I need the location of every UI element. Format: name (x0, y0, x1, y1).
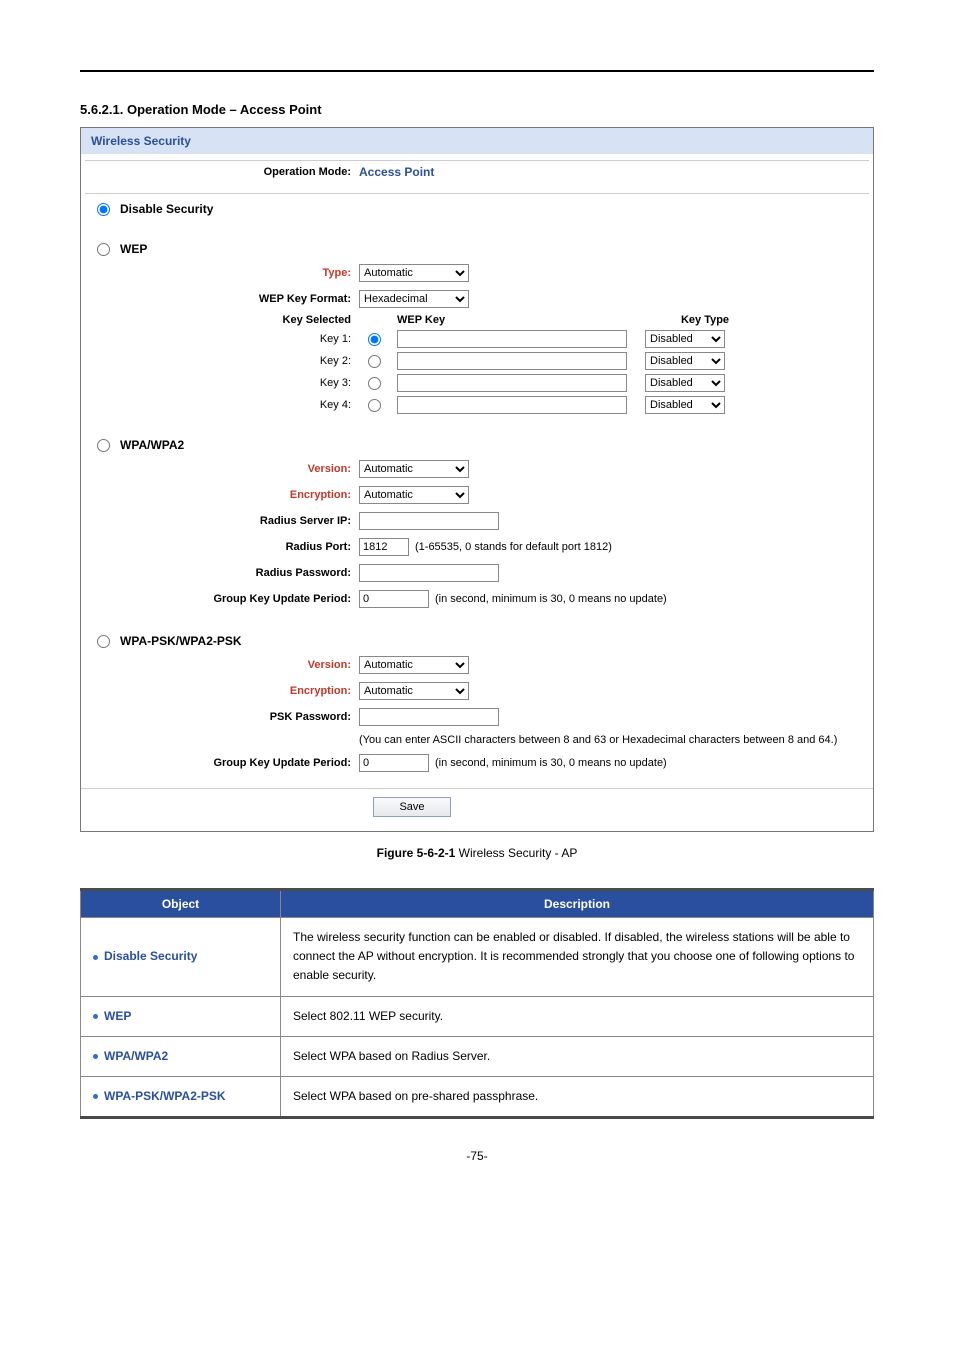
obj-psk: WPA-PSK/WPA2-PSK (104, 1089, 226, 1103)
psk-gkup-label: Group Key Update Period: (91, 757, 351, 769)
wireless-security-panel: Wireless Security Operation Mode: Access… (80, 127, 874, 832)
key-type-header: Key Type (645, 314, 765, 326)
key3-type-select[interactable]: Disabled (645, 374, 725, 392)
radius-port-input[interactable] (359, 538, 409, 556)
section-number: 5.6.2.1. (80, 102, 123, 117)
operation-mode-label: Operation Mode: (91, 166, 351, 178)
disable-security-label: Disable Security (120, 202, 213, 216)
radius-password-label: Radius Password: (91, 567, 351, 579)
wep-type-select[interactable]: Automatic (359, 264, 469, 282)
table-header-object: Object (81, 890, 281, 918)
panel-title: Wireless Security (81, 128, 873, 154)
desc-wpa: Select WPA based on Radius Server. (281, 1036, 874, 1076)
desc-disable-security: The wireless security function can be en… (281, 918, 874, 997)
wep-label: WEP (120, 242, 147, 256)
save-button[interactable]: Save (373, 797, 451, 817)
bullet-icon (93, 955, 98, 960)
radius-password-input[interactable] (359, 564, 499, 582)
key2-label: Key 2: (91, 355, 351, 367)
figure-title: Wireless Security - AP (455, 846, 577, 860)
key3-radio[interactable] (368, 377, 381, 390)
obj-wep: WEP (104, 1009, 131, 1023)
key2-type-select[interactable]: Disabled (645, 352, 725, 370)
wep-radio[interactable] (97, 243, 110, 256)
wpa-radio[interactable] (97, 439, 110, 452)
key1-label: Key 1: (91, 333, 351, 345)
section-title: Operation Mode – Access Point (127, 102, 322, 117)
table-row: WPA/WPA2 Select WPA based on Radius Serv… (81, 1036, 874, 1076)
key1-input[interactable] (397, 330, 627, 348)
table-row: Disable Security The wireless security f… (81, 918, 874, 997)
wep-type-label: Type: (91, 267, 351, 279)
section-heading: 5.6.2.1. Operation Mode – Access Point (80, 102, 874, 117)
wpa-gkup-input[interactable] (359, 590, 429, 608)
obj-wpa: WPA/WPA2 (104, 1049, 168, 1063)
key2-radio[interactable] (368, 355, 381, 368)
disable-security-radio[interactable] (97, 203, 110, 216)
key4-radio[interactable] (368, 399, 381, 412)
psk-gkup-input[interactable] (359, 754, 429, 772)
description-table: Object Description Disable Security The … (80, 888, 874, 1119)
bullet-icon (93, 1014, 98, 1019)
wpa-gkup-label: Group Key Update Period: (91, 593, 351, 605)
psk-version-select[interactable]: Automatic (359, 656, 469, 674)
page-number: -75- (80, 1149, 874, 1163)
psk-password-hint: (You can enter ASCII characters between … (359, 734, 837, 746)
wpa-encryption-label: Encryption: (91, 489, 351, 501)
psk-encryption-select[interactable]: Automatic (359, 682, 469, 700)
obj-disable-security: Disable Security (104, 949, 197, 963)
wpa-version-select[interactable]: Automatic (359, 460, 469, 478)
psk-password-label: PSK Password: (91, 711, 351, 723)
desc-wep: Select 802.11 WEP security. (281, 996, 874, 1036)
key4-label: Key 4: (91, 399, 351, 411)
key2-input[interactable] (397, 352, 627, 370)
wpa-version-label: Version: (91, 463, 351, 475)
table-row: WEP Select 802.11 WEP security. (81, 996, 874, 1036)
wpa-gkup-hint: (in second, minimum is 30, 0 means no up… (435, 593, 667, 605)
radius-port-label: Radius Port: (91, 541, 351, 553)
wpa-label: WPA/WPA2 (120, 438, 184, 452)
psk-password-input[interactable] (359, 708, 499, 726)
desc-psk: Select WPA based on pre-shared passphras… (281, 1076, 874, 1117)
table-header-description: Description (281, 890, 874, 918)
key-selected-header: Key Selected (91, 314, 351, 326)
psk-label: WPA-PSK/WPA2-PSK (120, 634, 242, 648)
bullet-icon (93, 1054, 98, 1059)
operation-mode-value: Access Point (359, 165, 434, 179)
psk-version-label: Version: (91, 659, 351, 671)
radius-ip-label: Radius Server IP: (91, 515, 351, 527)
wep-format-label: WEP Key Format: (91, 293, 351, 305)
psk-encryption-label: Encryption: (91, 685, 351, 697)
key4-type-select[interactable]: Disabled (645, 396, 725, 414)
psk-radio[interactable] (97, 635, 110, 648)
wpa-encryption-select[interactable]: Automatic (359, 486, 469, 504)
psk-gkup-hint: (in second, minimum is 30, 0 means no up… (435, 757, 667, 769)
radius-port-hint: (1-65535, 0 stands for default port 1812… (415, 541, 612, 553)
radius-ip-input[interactable] (359, 512, 499, 530)
content-divider (80, 70, 874, 72)
key3-label: Key 3: (91, 377, 351, 389)
wep-key-header: WEP Key (397, 314, 637, 326)
key4-input[interactable] (397, 396, 627, 414)
figure-caption: Figure 5-6-2-1 Wireless Security - AP (80, 846, 874, 860)
wep-format-select[interactable]: Hexadecimal (359, 290, 469, 308)
table-row: WPA-PSK/WPA2-PSK Select WPA based on pre… (81, 1076, 874, 1117)
key1-radio[interactable] (368, 333, 381, 346)
figure-number: Figure 5-6-2-1 (377, 846, 456, 860)
bullet-icon (93, 1094, 98, 1099)
key1-type-select[interactable]: Disabled (645, 330, 725, 348)
key3-input[interactable] (397, 374, 627, 392)
